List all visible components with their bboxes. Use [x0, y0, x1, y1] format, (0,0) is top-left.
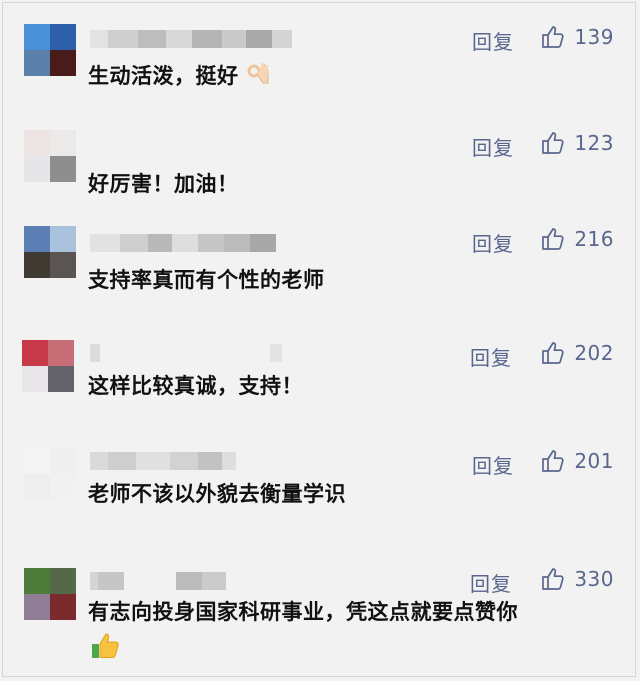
like-button[interactable]: 216 [540, 226, 614, 252]
like-count: 202 [574, 341, 614, 365]
like-count: 216 [574, 227, 614, 251]
username-blurred[interactable] [90, 234, 276, 252]
reply-button[interactable]: 回复 [470, 568, 512, 597]
like-button[interactable]: 202 [540, 340, 614, 366]
comment-text: 好厉害！加油！ [88, 172, 239, 196]
like-button[interactable]: 139 [540, 24, 614, 50]
avatar[interactable] [24, 24, 76, 76]
like-count: 139 [574, 25, 614, 49]
comment-text: 支持率真而有个性的老师 [88, 268, 325, 292]
reply-button[interactable]: 回复 [472, 26, 514, 55]
thumbs-up-outline-icon [540, 340, 566, 366]
like-count: 330 [574, 567, 614, 591]
reply-button[interactable]: 回复 [470, 342, 512, 371]
avatar[interactable] [24, 226, 76, 278]
comment-text-content: 生动活泼，挺好 [88, 64, 239, 88]
thumbs-up-outline-icon [540, 566, 566, 592]
reply-button[interactable]: 回复 [472, 132, 514, 161]
like-button[interactable]: 123 [540, 130, 614, 156]
thumbs-up-outline-icon [540, 130, 566, 156]
avatar[interactable] [24, 130, 76, 182]
comment-text: 老师不该以外貌去衡量学识 [88, 482, 346, 506]
like-button[interactable]: 330 [540, 566, 614, 592]
username-blurred[interactable] [90, 572, 226, 590]
comment-text: 这样比较真诚，支持！ [88, 374, 303, 398]
thumbs-up-outline-icon [540, 448, 566, 474]
reply-button[interactable]: 回复 [472, 450, 514, 479]
like-count: 201 [574, 449, 614, 473]
ok-hand-emoji [247, 63, 268, 84]
thumbs-up-outline-icon [540, 226, 566, 252]
comment-text: 生动活泼，挺好 [88, 58, 618, 94]
thumbs-up-outline-icon [540, 24, 566, 50]
avatar[interactable] [24, 448, 76, 500]
avatar[interactable] [24, 568, 76, 620]
like-button[interactable]: 201 [540, 448, 614, 474]
like-count: 123 [574, 131, 614, 155]
comment-text: 有志向投身国家科研事业，凭这点就要点赞你 [88, 600, 518, 624]
thumbs-up-emoji [92, 633, 119, 658]
username-blurred[interactable] [90, 452, 236, 470]
username-blurred[interactable] [90, 30, 292, 48]
username-blurred[interactable] [90, 344, 282, 362]
avatar[interactable] [22, 340, 74, 392]
reply-button[interactable]: 回复 [472, 228, 514, 257]
